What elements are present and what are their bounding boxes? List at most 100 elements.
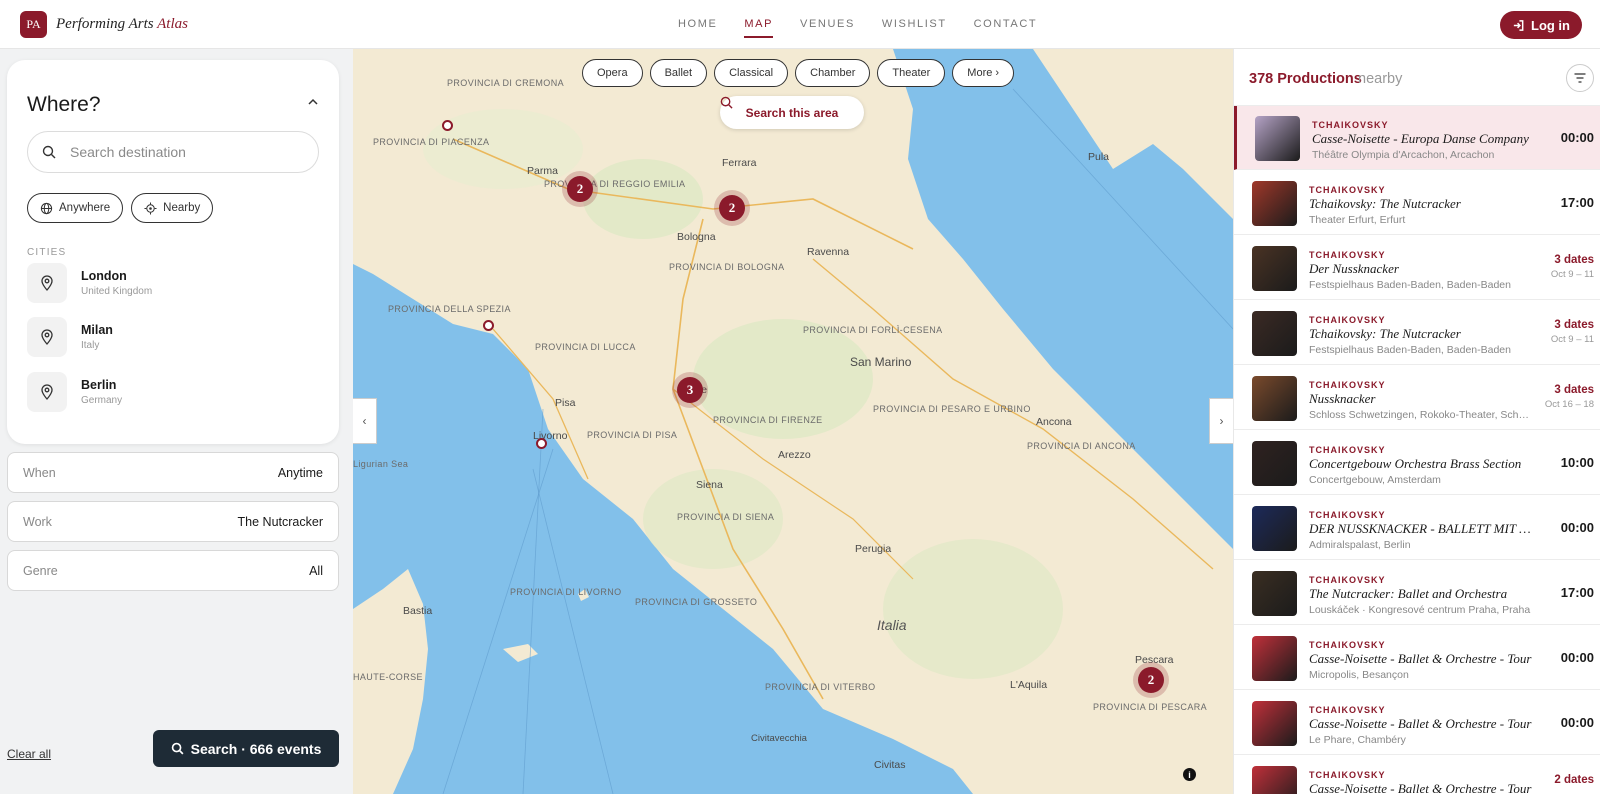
production-row[interactable]: TCHAIKOVSKY Concertgebouw Orchestra Brass… <box>1234 431 1600 495</box>
genre-chip-classical[interactable]: Classical <box>714 59 789 87</box>
production-row[interactable]: TCHAIKOVSKY Tchaikovsky: The Nutcracker Th… <box>1234 171 1600 235</box>
production-row[interactable]: TCHAIKOVSKY Casse-Noisette - Ballet & Orc… <box>1234 626 1600 690</box>
logo-badge[interactable]: PA <box>20 11 47 38</box>
map-province: PROVINCIA DI ANCONA <box>1027 441 1136 451</box>
map-label-san-marino: San Marino <box>850 355 912 369</box>
cluster-marker[interactable]: 3 <box>677 377 703 403</box>
production-composer: TCHAIKOVSKY <box>1309 770 1386 780</box>
when-filter[interactable]: When Anytime <box>7 452 339 493</box>
nav-wishlist[interactable]: WISHLIST <box>882 18 947 30</box>
destination-input[interactable] <box>70 144 290 160</box>
map-label-civitavecchia: Civitavecchia <box>751 733 807 744</box>
venue-marker[interactable] <box>442 120 453 131</box>
production-row[interactable]: TCHAIKOVSKY DER NUSSKNACKER - BALLETT MIT… <box>1234 496 1600 560</box>
production-composer: TCHAIKOVSKY <box>1309 445 1386 455</box>
pin-icon <box>27 372 67 412</box>
nav-map[interactable]: MAP <box>744 18 773 38</box>
genre-chip-chamber[interactable]: Chamber <box>795 59 871 87</box>
production-time: 10:00 <box>1560 455 1594 470</box>
filter-value: Anytime <box>277 465 323 480</box>
production-row[interactable]: TCHAIKOVSKY Der Nussknacker Festspielhaus … <box>1234 236 1600 300</box>
cities-heading: CITIES <box>27 247 67 258</box>
work-filter[interactable]: Work The Nutcracker <box>7 501 339 542</box>
map-province: PROVINCIA DI FORLÌ-CESENA <box>803 325 943 335</box>
collapse-left-panel-button[interactable]: ‹ <box>353 398 377 444</box>
production-thumbnail <box>1252 246 1297 291</box>
nearby-chip[interactable]: Nearby <box>131 193 214 223</box>
where-card: Where? Anywhere Nearby CITIES London Unit… <box>7 60 339 444</box>
production-thumbnail <box>1252 181 1297 226</box>
nav-home[interactable]: HOME <box>678 18 717 30</box>
production-time: 17:00 <box>1560 585 1594 600</box>
cluster-marker[interactable]: 2 <box>1138 667 1164 693</box>
sort-filter-button[interactable] <box>1566 64 1594 92</box>
search-events-label: Search · 666 events <box>190 740 322 757</box>
search-this-area-button[interactable]: Search this area <box>720 96 864 129</box>
collapse-right-panel-button[interactable]: › <box>1209 398 1233 444</box>
genre-chip-more[interactable]: More › <box>952 59 1015 87</box>
map-label-bastia: Bastia <box>403 605 433 617</box>
anywhere-chip[interactable]: Anywhere <box>27 193 124 223</box>
map-label-pescara: Pescara <box>1135 654 1174 666</box>
clear-all-link[interactable]: Clear all <box>7 747 51 761</box>
map-label-siena: Siena <box>696 479 723 491</box>
login-button[interactable]: Log in <box>1500 11 1582 39</box>
production-thumbnail <box>1255 116 1300 161</box>
production-composer: TCHAIKOVSKY <box>1309 315 1386 325</box>
filter-label: Work <box>23 514 52 529</box>
production-thumbnail <box>1252 506 1297 551</box>
production-row[interactable]: TCHAIKOVSKY Nussknacker Schloss Schwetzing… <box>1234 366 1600 430</box>
venue-marker[interactable] <box>536 438 547 449</box>
map-label-arezzo: Arezzo <box>778 449 811 461</box>
map-province: PROVINCIA DI PIACENZA <box>373 137 490 147</box>
production-composer: TCHAIKOVSKY <box>1309 510 1386 520</box>
production-venue: Theater Erfurt, Erfurt <box>1309 214 1406 226</box>
genre-chip-theater[interactable]: Theater <box>877 59 946 87</box>
filter-label: When <box>23 465 56 480</box>
map-label-civitas: Civitas <box>874 759 906 771</box>
map-attribution-info-icon[interactable]: i <box>1183 768 1196 781</box>
logo-text[interactable]: Performing Arts Atlas <box>56 16 188 33</box>
venue-marker[interactable] <box>483 320 494 331</box>
production-row[interactable]: TCHAIKOVSKY Casse-Noisette - Ballet & Orc… <box>1234 691 1600 755</box>
globe-icon <box>40 202 53 214</box>
map-province: PROVINCIA DI GROSSETO <box>635 597 758 607</box>
chevron-up-icon[interactable] <box>307 96 319 108</box>
genre-chip-opera[interactable]: Opera <box>582 59 643 87</box>
nav-contact[interactable]: CONTACT <box>974 18 1038 30</box>
production-dates: 3 dates <box>1554 384 1594 396</box>
genre-filter[interactable]: Genre All <box>7 550 339 591</box>
production-composer: TCHAIKOVSKY <box>1309 640 1386 650</box>
map-view[interactable]: Parma Ferrara Bologna Ravenna Pula San M… <box>353 49 1233 794</box>
production-row[interactable]: TCHAIKOVSKY The Nutcracker: Ballet and Or… <box>1234 561 1600 625</box>
filter-label: Genre <box>23 563 58 578</box>
production-venue: Admiralspalast, Berlin <box>1309 539 1411 551</box>
location-chips: Anywhere Nearby <box>27 193 214 223</box>
production-venue: Théâtre Olympia d'Arcachon, Arcachon <box>1312 149 1495 161</box>
search-icon <box>720 96 733 109</box>
cluster-marker[interactable]: 2 <box>719 195 745 221</box>
map-province: PROVINCIA DI LIVORNO <box>510 587 622 597</box>
production-row[interactable]: TCHAIKOVSKY Tchaikovsky: The Nutcracker Fe… <box>1234 301 1600 365</box>
production-row[interactable]: TCHAIKOVSKY Casse-Noisette - Europa Danse… <box>1234 106 1600 170</box>
production-composer: TCHAIKOVSKY <box>1309 705 1386 715</box>
map-label-ravenna: Ravenna <box>807 246 850 258</box>
city-country: Germany <box>81 395 123 406</box>
city-berlin[interactable]: Berlin Germany <box>27 371 317 413</box>
nav-venues[interactable]: VENUES <box>800 18 855 30</box>
production-date-range: Oct 9 – 11 <box>1550 269 1594 280</box>
search-events-button[interactable]: Search · 666 events <box>153 730 339 767</box>
production-venue: Schloss Schwetzingen, Rokoko-Theater, Sc… <box>1309 409 1535 421</box>
cluster-marker[interactable]: 2 <box>567 176 593 202</box>
city-london[interactable]: London United Kingdom <box>27 262 317 304</box>
production-thumbnail <box>1252 311 1297 356</box>
production-composer: TCHAIKOVSKY <box>1309 185 1386 195</box>
productions-header: 378 Productions nearby <box>1234 49 1600 106</box>
map-province: PROVINCIA DI PISA <box>587 430 678 440</box>
nearby-label: Nearby <box>163 202 201 214</box>
map-province: PROVINCIA DI LUCCA <box>535 342 636 352</box>
genre-chip-ballet[interactable]: Ballet <box>649 59 708 87</box>
map-label-pula: Pula <box>1088 151 1110 163</box>
production-row[interactable]: TCHAIKOVSKY Casse-Noisette - Ballet & Orc… <box>1234 756 1600 794</box>
city-milan[interactable]: Milan Italy <box>27 316 317 358</box>
